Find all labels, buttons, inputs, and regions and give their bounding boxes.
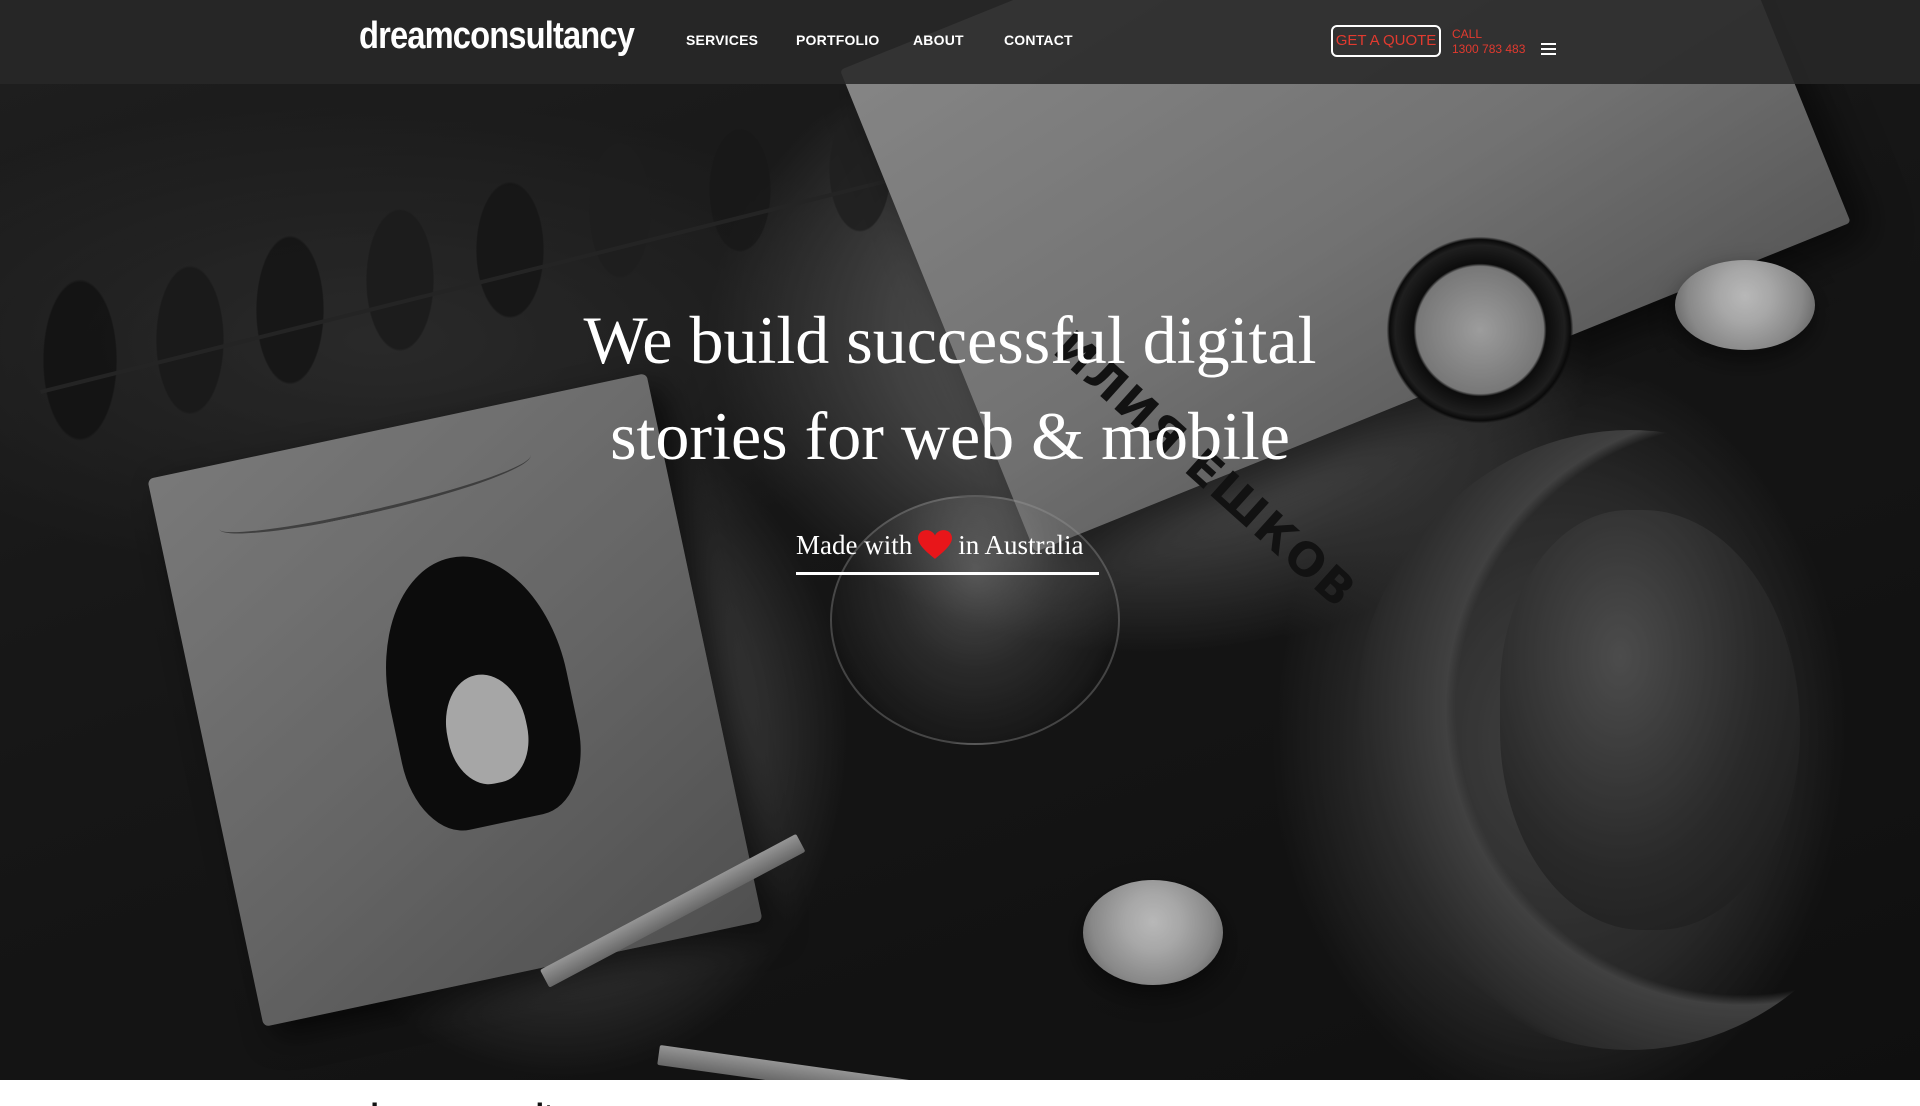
tagline-underline [796, 572, 1099, 575]
heart-icon [918, 530, 953, 559]
made-in-australia-tagline: Made with in Australia [796, 530, 1083, 561]
site-logo[interactable]: dreamconsultancy [359, 15, 635, 58]
nav-contact[interactable]: CONTACT [1004, 32, 1073, 48]
headline-line-1: We build successful digital [583, 302, 1317, 378]
get-a-quote-button[interactable]: GET A QUOTE [1331, 25, 1441, 57]
nav-services[interactable]: SERVICES [686, 32, 758, 48]
hamburger-menu-icon[interactable] [1541, 43, 1556, 55]
next-section-peek: dreamconsultancy [0, 1080, 1920, 1106]
tagline-text-before: Made with [796, 530, 913, 560]
nav-about[interactable]: ABOUT [913, 32, 964, 48]
tagline-text-after: in Australia [958, 530, 1084, 560]
section-logo: dreamconsultancy [360, 1096, 621, 1106]
headline-line-2: stories for web & mobile [610, 398, 1290, 474]
phone-number: 1300 783 483 [1452, 42, 1526, 56]
hero-headline: We build successful digital stories for … [0, 292, 1900, 484]
top-navigation-bar: dreamconsultancy SERVICES PORTFOLIO ABOU… [0, 0, 1920, 84]
hero-section: ИЛИЯ ЕШКОВ We build successful digital s… [0, 0, 1920, 1080]
call-phone-link[interactable]: CALL 1300 783 483 [1452, 27, 1525, 57]
call-label: CALL [1452, 27, 1483, 41]
nav-portfolio[interactable]: PORTFOLIO [796, 32, 879, 48]
